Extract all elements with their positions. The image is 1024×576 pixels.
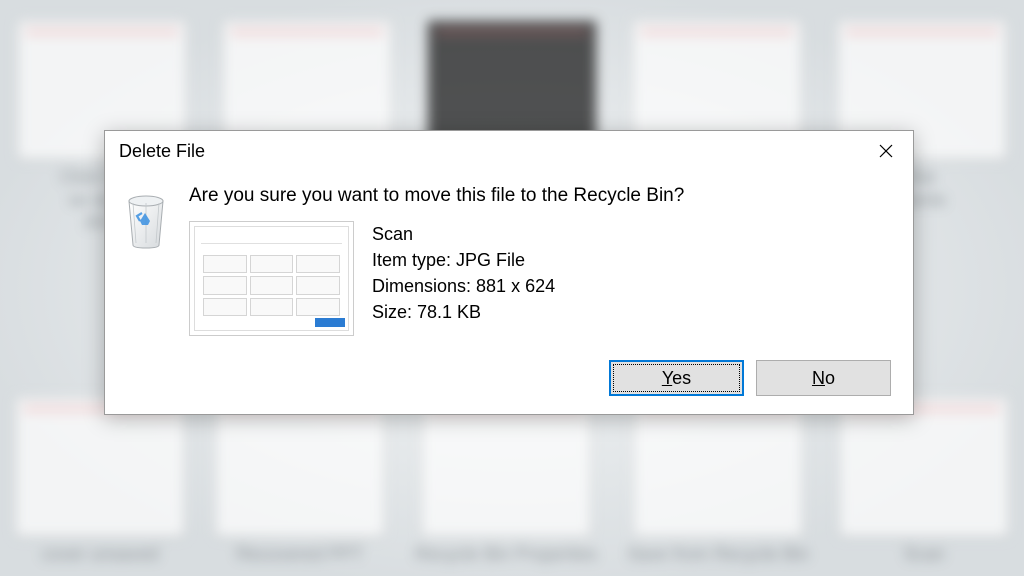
confirmation-text: Are you sure you want to move this file … [189, 185, 891, 207]
dialog-footer: Yes No [105, 346, 913, 414]
bg-label: Scan [904, 543, 945, 566]
delete-file-dialog: Delete File [104, 130, 914, 415]
recycle-bin-icon [123, 191, 169, 249]
file-name: Scan [372, 221, 555, 247]
dialog-content: Are you sure you want to move this file … [189, 185, 891, 336]
bg-label: Save from Recycle Bin [627, 543, 809, 566]
dialog-icon-col [123, 185, 173, 336]
close-button[interactable] [871, 139, 901, 163]
dialog-body: Are you sure you want to move this file … [105, 167, 913, 346]
no-button[interactable]: No [756, 360, 891, 396]
yes-button[interactable]: Yes [609, 360, 744, 396]
bg-label: Recycle Bin Properties [415, 543, 597, 566]
bg-label: Recovered PPT [236, 543, 363, 566]
dialog-titlebar: Delete File [105, 131, 913, 167]
close-icon [879, 144, 893, 158]
file-size: Size: 78.1 KB [372, 299, 555, 325]
file-metadata: Scan Item type: JPG File Dimensions: 881… [372, 221, 555, 325]
file-type: Item type: JPG File [372, 247, 555, 273]
bg-label: cover unsaved [41, 543, 158, 566]
dialog-title: Delete File [119, 141, 205, 162]
file-dimensions: Dimensions: 881 x 624 [372, 273, 555, 299]
file-thumbnail [189, 221, 354, 336]
